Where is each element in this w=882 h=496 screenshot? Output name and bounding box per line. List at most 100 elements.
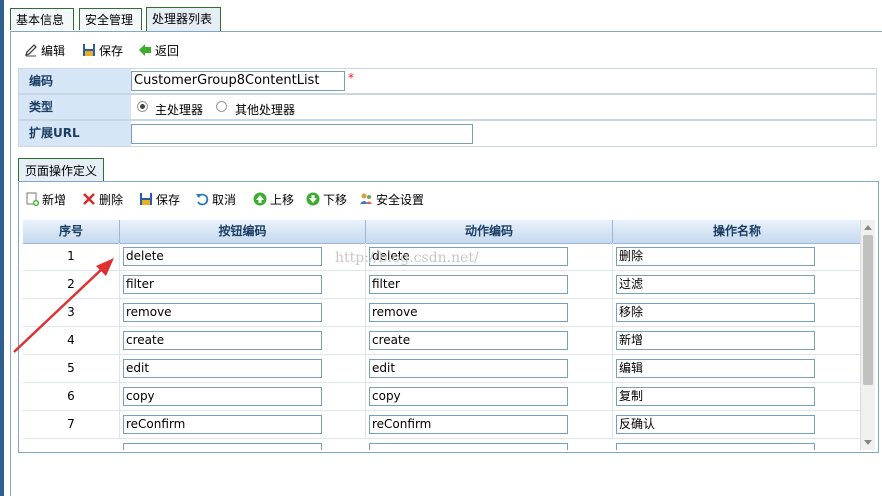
action-name-input[interactable]: 删除	[616, 247, 815, 266]
cell-button-code[interactable]: edit	[120, 355, 366, 382]
action-code-input[interactable]: filter	[369, 275, 568, 294]
column-header-action-name[interactable]: 操作名称	[613, 220, 861, 243]
button-code-input[interactable]: reConfirm	[123, 415, 322, 434]
delete-button[interactable]: 删除	[82, 190, 123, 210]
button-code-input[interactable]: filter	[123, 275, 322, 294]
cell-action-code[interactable]: copy	[366, 383, 613, 410]
url-label: 扩展URL	[19, 121, 131, 146]
cancel-label: 取消	[212, 193, 237, 207]
action-code-input[interactable]: remove	[369, 303, 568, 322]
tab-divider	[10, 31, 882, 32]
radio-main-processor[interactable]	[137, 101, 148, 112]
cell-button-code[interactable]: reConfirm	[120, 411, 366, 438]
scroll-up-arrow[interactable]	[864, 225, 872, 230]
grid-save-label: 保存	[156, 193, 181, 207]
tab-processor-list[interactable]: 处理器列表	[146, 7, 221, 31]
cell-button-code[interactable]: copy	[120, 383, 366, 410]
column-header-button-code[interactable]: 按钮编码	[120, 220, 366, 243]
action-code-input[interactable]: create	[369, 331, 568, 350]
tab-basic-info[interactable]: 基本信息	[10, 8, 74, 30]
scroll-down-arrow[interactable]	[864, 440, 872, 445]
button-code-input[interactable]: create	[123, 331, 322, 350]
button-code-input[interactable]: remove	[123, 303, 322, 322]
cell-button-code[interactable]: filter	[120, 271, 366, 298]
cell-seq: 6	[23, 383, 120, 410]
grid-save-button[interactable]: 保存	[139, 190, 180, 210]
cell-action-name[interactable]: 复制	[613, 383, 861, 410]
table-row[interactable]: 6 copy copy 复制	[23, 383, 861, 411]
radio-other-processor-label: 其他处理器	[235, 103, 296, 117]
radio-other-processor[interactable]	[216, 101, 227, 112]
edit-button[interactable]: 编辑	[24, 41, 65, 61]
action-code-input[interactable]: reConfirm	[369, 415, 568, 434]
cell-action-code[interactable]: remove	[366, 299, 613, 326]
url-input[interactable]	[131, 124, 473, 144]
code-label: 编码	[19, 69, 131, 93]
scrollbar-thumb[interactable]	[863, 235, 873, 385]
table-row[interactable]: 5 edit edit 编辑	[23, 355, 861, 383]
pencil-icon	[24, 44, 37, 57]
grid-scrollbar[interactable]	[860, 220, 875, 450]
action-name-input[interactable]: 移除	[616, 303, 815, 322]
table-row[interactable]: 7 reConfirm reConfirm 反确认	[23, 411, 861, 439]
cell-action-code[interactable]: create	[366, 327, 613, 354]
cell-action-name[interactable]: 反确认	[613, 411, 861, 438]
move-down-label: 下移	[323, 193, 348, 207]
cell-action-name[interactable]: 新增	[613, 327, 861, 354]
cell-action-name[interactable]: 过滤	[613, 271, 861, 298]
partial-input[interactable]	[123, 443, 322, 450]
action-code-input[interactable]: copy	[369, 387, 568, 406]
type-label: 类型	[19, 95, 131, 119]
save-label: 保存	[99, 44, 124, 58]
watermark: http://blog.csdn.net/	[335, 250, 479, 266]
cell-action-name[interactable]: 移除	[613, 299, 861, 326]
cell-seq: 1	[23, 243, 120, 270]
button-code-input[interactable]: delete	[123, 247, 322, 266]
move-up-button[interactable]: 上移	[253, 190, 294, 210]
cell-seq: 3	[23, 299, 120, 326]
cell-button-code[interactable]: create	[120, 327, 366, 354]
floppy-icon	[83, 44, 95, 56]
code-input[interactable]: CustomerGroup8ContentList	[131, 71, 345, 91]
back-label: 返回	[155, 44, 180, 58]
save-button[interactable]: 保存	[82, 41, 123, 61]
users-icon	[360, 193, 372, 204]
action-name-input[interactable]: 新增	[616, 331, 815, 350]
cell-action-code[interactable]: reConfirm	[366, 411, 613, 438]
tab-security[interactable]: 安全管理	[79, 8, 142, 30]
table-row[interactable]: 4 create create 新增	[23, 327, 861, 355]
action-name-input[interactable]: 复制	[616, 387, 815, 406]
left-frame-border	[0, 0, 4, 496]
move-down-button[interactable]: 下移	[306, 190, 347, 210]
cell-action-name[interactable]: 删除	[613, 243, 861, 270]
column-header-action-code[interactable]: 动作编码	[366, 220, 613, 243]
back-button[interactable]: 返回	[138, 41, 179, 61]
add-icon	[26, 192, 39, 206]
cell-action-name[interactable]: 编辑	[613, 355, 861, 382]
button-code-input[interactable]: copy	[123, 387, 322, 406]
delete-x-icon	[83, 193, 95, 205]
cell-action-code[interactable]: filter	[366, 271, 613, 298]
tab-page-actions[interactable]: 页面操作定义	[18, 158, 105, 182]
add-button[interactable]: 新增	[25, 190, 66, 210]
partial-input[interactable]	[369, 443, 568, 450]
partial-input[interactable]	[616, 443, 815, 450]
security-settings-button[interactable]: 安全设置	[359, 190, 424, 210]
action-name-input[interactable]: 过滤	[616, 275, 815, 294]
column-header-seq[interactable]: 序号	[23, 220, 120, 243]
cell-button-code[interactable]: remove	[120, 299, 366, 326]
cell-seq: 7	[23, 411, 120, 438]
action-name-input[interactable]: 反确认	[616, 415, 815, 434]
action-code-input[interactable]: edit	[369, 359, 568, 378]
action-name-input[interactable]: 编辑	[616, 359, 815, 378]
table-row[interactable]: 3 remove remove 移除	[23, 299, 861, 327]
grid-header: 序号 按钮编码 动作编码 操作名称	[23, 220, 861, 244]
cancel-button[interactable]: 取消	[195, 190, 236, 210]
radio-main-processor-label: 主处理器	[155, 103, 204, 117]
button-code-input[interactable]: edit	[123, 359, 322, 378]
cell-action-code[interactable]: edit	[366, 355, 613, 382]
move-up-label: 上移	[270, 193, 295, 207]
table-row[interactable]: 2 filter filter 过滤	[23, 271, 861, 299]
cell-button-code[interactable]: delete	[120, 243, 366, 270]
table-row-partial[interactable]	[23, 439, 861, 450]
